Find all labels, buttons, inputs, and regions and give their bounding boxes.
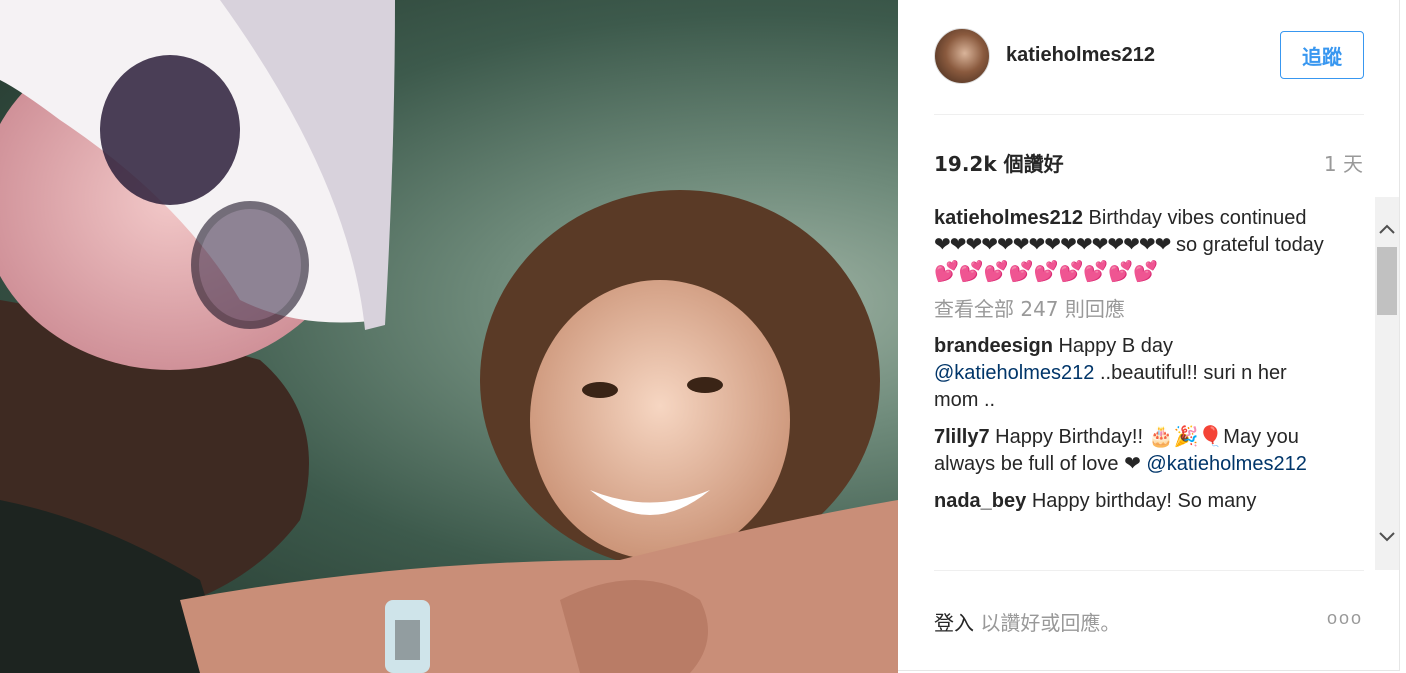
comment-item: brandeesign Happy B day @katieholmes212 …: [934, 333, 1336, 414]
comment-username[interactable]: 7lilly7: [934, 426, 990, 448]
comment-username[interactable]: nada_bey: [934, 490, 1026, 512]
comment-mention[interactable]: @katieholmes212: [1146, 453, 1306, 475]
caption-hearts: ❤❤❤❤❤❤❤❤❤❤❤❤❤❤❤: [934, 234, 1171, 256]
comment-text: Happy birthday! So many: [1031, 490, 1257, 512]
caption-username[interactable]: katieholmes212: [934, 207, 1083, 229]
comment-item: nada_bey Happy birthday! So many: [934, 488, 1336, 515]
photo-illustration: [0, 0, 898, 673]
post-header: katieholmes212 追蹤: [934, 28, 1364, 86]
header-divider: [934, 114, 1364, 115]
view-all-comments-link[interactable]: 查看全部 247 則回應: [934, 296, 1336, 323]
comment-text: Happy B day: [1058, 335, 1173, 357]
more-options-icon[interactable]: ooo: [1327, 608, 1363, 629]
likes-count[interactable]: 19.2k 個讚好: [934, 148, 1064, 177]
login-link[interactable]: 登入: [934, 611, 974, 635]
login-prompt: 登入 以讚好或回應。: [934, 607, 1120, 636]
comments-scrollbar[interactable]: [1375, 197, 1399, 570]
comments-list: katieholmes212 Birthday vibes continued …: [934, 205, 1336, 570]
comment-username[interactable]: brandeesign: [934, 335, 1053, 357]
login-prompt-text: 以讚好或回應。: [974, 611, 1121, 635]
footer-divider: [934, 570, 1364, 571]
post-timestamp[interactable]: 1 天: [1324, 148, 1363, 177]
chevron-down-icon[interactable]: [1375, 525, 1399, 549]
comment-item: 7lilly7 Happy Birthday!! 🎂🎉🎈May you alwa…: [934, 424, 1336, 478]
comment-mention[interactable]: @katieholmes212: [934, 362, 1094, 384]
chevron-up-icon[interactable]: [1375, 217, 1399, 241]
caption-text-2: so grateful today: [1175, 234, 1324, 256]
post-details-panel: katieholmes212 追蹤 19.2k 個讚好 1 天 katiehol…: [898, 0, 1400, 671]
avatar[interactable]: [934, 28, 990, 84]
username-link[interactable]: katieholmes212: [1006, 44, 1155, 67]
caption-text: Birthday vibes continued: [1088, 207, 1307, 229]
follow-button[interactable]: 追蹤: [1280, 31, 1364, 79]
post-photo[interactable]: [0, 0, 898, 673]
scrollbar-thumb[interactable]: [1377, 247, 1397, 315]
caption-hearts-2: 💕💕💕💕💕💕💕💕💕: [934, 261, 1159, 283]
caption: katieholmes212 Birthday vibes continued …: [934, 205, 1336, 286]
